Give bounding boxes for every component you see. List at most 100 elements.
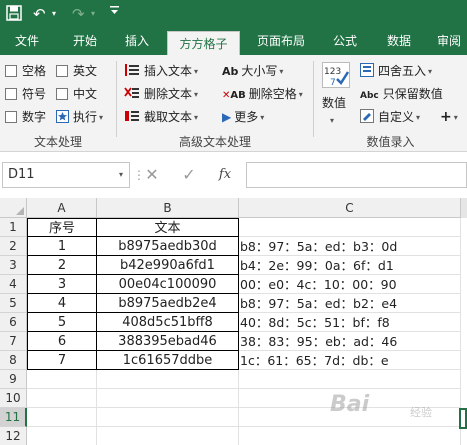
redo-dropdown[interactable]: ▾: [91, 3, 95, 25]
cell-a11[interactable]: [27, 408, 97, 427]
select-all-button[interactable]: [0, 198, 27, 218]
checkbox-box[interactable]: [5, 111, 17, 123]
cell-c8[interactable]: 1c：61：65：7d：db：e: [239, 351, 461, 370]
tab-file[interactable]: 文件: [4, 28, 50, 55]
checkbox-chinese[interactable]: 中文: [56, 86, 97, 102]
active-cell-d11[interactable]: [459, 408, 467, 429]
checkbox-box[interactable]: [5, 88, 17, 100]
chevron-down-icon: ▾: [194, 90, 199, 99]
row-header-1[interactable]: 1: [0, 218, 27, 237]
tab-insert[interactable]: 插入: [114, 28, 160, 55]
checkbox-english[interactable]: 英文: [56, 63, 97, 79]
custom-button[interactable]: 自定义 ▾: [360, 109, 420, 126]
cell-b6[interactable]: 408d5c51bff8: [97, 313, 239, 332]
tab-review[interactable]: 审阅: [428, 28, 467, 55]
more-button[interactable]: ▶ 更多 ▾: [222, 109, 264, 126]
round-button[interactable]: 四舍五入 ▾: [360, 63, 432, 80]
row-header-7[interactable]: 7: [0, 332, 27, 351]
cell-b10[interactable]: [97, 389, 239, 408]
tab-fangfanggezi[interactable]: 方方格子: [167, 31, 240, 55]
cell-a6[interactable]: 5: [27, 313, 97, 332]
row-header-11[interactable]: 11: [0, 408, 27, 427]
cell-a10[interactable]: [27, 389, 97, 408]
cell-a5[interactable]: 4: [27, 294, 97, 313]
group-divider: [313, 61, 314, 137]
cell-c1[interactable]: [239, 218, 461, 237]
row-header-2[interactable]: 2: [0, 237, 27, 256]
cell-c7[interactable]: 38：83：95：eb：ad：46: [239, 332, 461, 351]
chevron-down-icon: ▾: [194, 67, 199, 76]
undo-dropdown[interactable]: ▾: [52, 3, 56, 25]
delete-text-button[interactable]: 删除文本 ▾: [124, 86, 198, 103]
cell-a3[interactable]: 2: [27, 256, 97, 275]
cell-a2[interactable]: 1: [27, 237, 97, 256]
keep-numeric-button[interactable]: Abc 只保留数值: [360, 86, 443, 104]
cell-c12[interactable]: [239, 427, 461, 445]
cell-a9[interactable]: [27, 370, 97, 389]
keep-numeric-icon: Abc: [360, 91, 379, 101]
cancel-button[interactable]: ✕: [141, 164, 163, 186]
insert-text-button[interactable]: 插入文本 ▾: [124, 63, 198, 80]
row-header-12[interactable]: 12: [0, 427, 27, 445]
redo-button[interactable]: ↷: [72, 3, 85, 25]
confirm-button[interactable]: ✓: [178, 164, 200, 186]
plus-icon: +: [440, 109, 452, 125]
cell-b12[interactable]: [97, 427, 239, 445]
delete-space-button[interactable]: ✕AB 删除空格 ▾: [222, 86, 303, 104]
tab-formulas[interactable]: 公式: [322, 28, 368, 55]
extract-text-button[interactable]: 截取文本 ▾: [124, 109, 198, 126]
cell-b3[interactable]: b42e990a6fd1: [97, 256, 239, 275]
cell-a8[interactable]: 7: [27, 351, 97, 370]
cell-a12[interactable]: [27, 427, 97, 445]
checkbox-number[interactable]: 数字: [5, 109, 46, 125]
custom-icon: [360, 109, 374, 123]
row-header-8[interactable]: 8: [0, 351, 27, 370]
checkbox-box[interactable]: [56, 65, 68, 77]
checkbox-box[interactable]: [5, 65, 17, 77]
execute-button[interactable]: 执行 ▾: [56, 109, 103, 126]
cell-c6[interactable]: 40：8d：5c：51：bf：f8: [239, 313, 461, 332]
add-button[interactable]: + ▾: [440, 109, 458, 126]
tab-page-layout[interactable]: 页面布局: [248, 28, 314, 55]
tab-home[interactable]: 开始: [62, 28, 108, 55]
save-button[interactable]: [6, 5, 24, 23]
checkbox-space[interactable]: 空格: [5, 63, 46, 79]
cell-a1[interactable]: 序号: [27, 218, 97, 237]
cell-a7[interactable]: 6: [27, 332, 97, 351]
cell-b4[interactable]: 00e04c100090: [97, 275, 239, 294]
cell-b5[interactable]: b8975aedb2e4: [97, 294, 239, 313]
row-header-4[interactable]: 4: [0, 275, 27, 294]
undo-button[interactable]: ↶: [33, 3, 46, 25]
tab-data[interactable]: 数据: [376, 28, 422, 55]
row-header-3[interactable]: 3: [0, 256, 27, 275]
column-header-a[interactable]: A: [27, 198, 97, 218]
cell-b1[interactable]: 文本: [97, 218, 239, 237]
name-box[interactable]: D11 ▾: [2, 162, 130, 188]
row-header-9[interactable]: 9: [0, 370, 27, 389]
cell-b8[interactable]: 1c61657ddbe: [97, 351, 239, 370]
vertical-scrollbar[interactable]: [461, 198, 467, 218]
row-header-6[interactable]: 6: [0, 313, 27, 332]
customize-quick-access-button[interactable]: [110, 3, 119, 25]
row-header-10[interactable]: 10: [0, 389, 27, 408]
customize-icon: [110, 6, 119, 14]
row-header-5[interactable]: 5: [0, 294, 27, 313]
checkbox-symbol[interactable]: 符号: [5, 86, 46, 102]
cell-a4[interactable]: 3: [27, 275, 97, 294]
column-header-c[interactable]: C: [239, 198, 461, 218]
cell-c5[interactable]: b8：97：5a：ed：b2：e4: [239, 294, 461, 313]
column-header-b[interactable]: B: [97, 198, 239, 218]
insert-function-button[interactable]: fx: [214, 164, 236, 186]
cell-c3[interactable]: b4：2e：99：0a：6f：d1: [239, 256, 461, 275]
checkbox-box[interactable]: [56, 88, 68, 100]
cell-c9[interactable]: [239, 370, 461, 389]
cell-b2[interactable]: b8975aedb30d: [97, 237, 239, 256]
cell-b11[interactable]: [97, 408, 239, 427]
chevron-down-icon: ▾: [330, 116, 335, 125]
formula-input[interactable]: [247, 162, 467, 188]
case-button[interactable]: Ab 大小写 ▾: [222, 63, 283, 80]
cell-b7[interactable]: 388395ebad46: [97, 332, 239, 351]
cell-c2[interactable]: b8：97：5a：ed：b3：0d: [239, 237, 461, 256]
cell-b9[interactable]: [97, 370, 239, 389]
cell-c4[interactable]: 00：e0：4c：10：00：90: [239, 275, 461, 294]
